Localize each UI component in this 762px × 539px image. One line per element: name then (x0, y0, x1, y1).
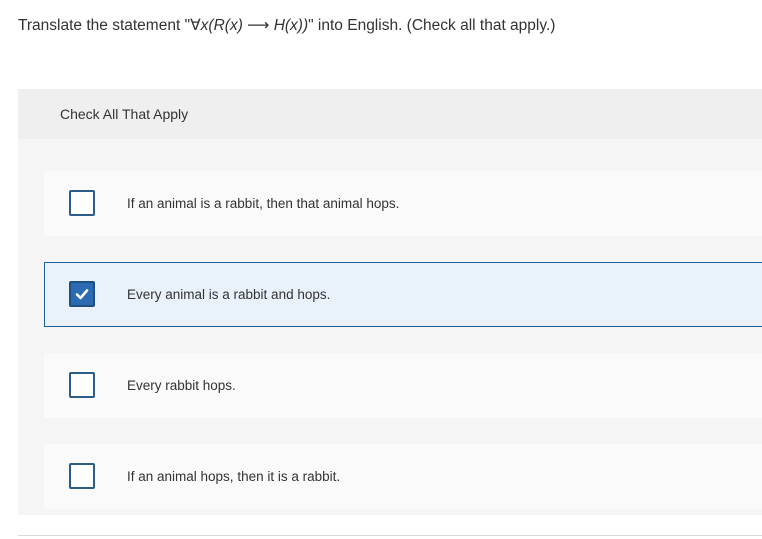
checkmark-icon (75, 289, 89, 300)
bottom-divider (18, 535, 762, 536)
option-4-checkbox[interactable] (69, 463, 95, 489)
option-1-checkbox[interactable] (69, 190, 95, 216)
option-3-checkbox[interactable] (69, 372, 95, 398)
option-4-label: If an animal hops, then it is a rabbit. (127, 469, 341, 484)
option-2-label: Every animal is a rabbit and hops. (127, 287, 331, 302)
option-1[interactable]: If an animal is a rabbit, then that anim… (44, 171, 762, 236)
option-2-checkbox[interactable] (69, 281, 95, 307)
option-3[interactable]: Every rabbit hops. (44, 353, 762, 418)
panel-header: Check All That Apply (18, 89, 762, 139)
options-list: If an animal is a rabbit, then that anim… (18, 139, 762, 515)
option-3-label: Every rabbit hops. (127, 378, 236, 393)
option-1-label: If an animal is a rabbit, then that anim… (127, 196, 400, 211)
question-prefix: Translate the statement " (18, 17, 191, 34)
panel-header-label: Check All That Apply (60, 106, 189, 122)
option-4[interactable]: If an animal hops, then it is a rabbit. (44, 444, 762, 509)
question-text: Translate the statement "∀x(R(x) ⟶ H(x))… (18, 16, 758, 36)
option-2[interactable]: Every animal is a rabbit and hops. (44, 262, 762, 327)
question-formula: ∀x(R(x) ⟶ H(x)) (190, 17, 309, 34)
answer-panel: Check All That Apply If an animal is a r… (18, 89, 762, 515)
question-suffix: " into English. (Check all that apply.) (308, 17, 556, 34)
